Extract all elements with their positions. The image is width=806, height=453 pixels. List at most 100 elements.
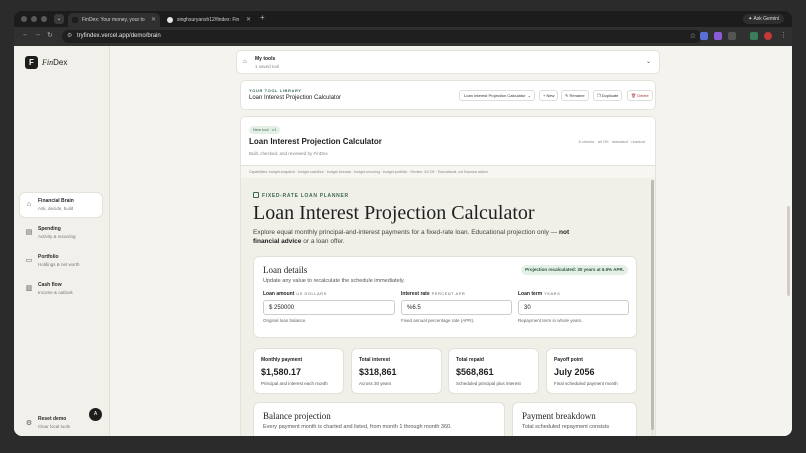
site-info-icon[interactable]: ⚙: [67, 33, 72, 40]
tool-select[interactable]: Loan Interest Projection Calculator ⌄: [459, 90, 535, 101]
loan-term-hint: Repayment term in whole years.: [518, 318, 583, 323]
main-content: ⌂ My tools 1 saved tool ⌄ YOUR TOOL LIBR…: [236, 46, 660, 436]
tool-library-label: YOUR TOOL LIBRARY: [249, 88, 302, 93]
stat-label: Monthly payment: [261, 357, 303, 363]
brand-name: FinDex: [42, 58, 68, 67]
right-gutter: [660, 46, 792, 436]
tool-title: Loan Interest Projection Calculator: [249, 137, 382, 146]
interest-rate-input[interactable]: %6.5: [401, 300, 512, 315]
close-tab-icon[interactable]: ✕: [246, 13, 251, 27]
sidebar-item-sublabel: Ask, decide, build: [38, 206, 74, 211]
close-window-button[interactable]: [21, 16, 27, 22]
browser-toolbar: ← → ↻ ⚙ tryfindex.vercel.app/demo/brain …: [14, 27, 792, 46]
tab-search-icon[interactable]: ⌄: [54, 14, 64, 24]
page-scrollbar-thumb[interactable]: [787, 206, 790, 296]
sidebar-item-portfolio[interactable]: ▭ Portfolio Holdings & net worth: [20, 249, 102, 273]
loan-details-panel: Loan details Update any value to recalcu…: [253, 256, 637, 338]
duplicate-label: Duplicate: [601, 93, 619, 98]
new-tab-button[interactable]: +: [260, 13, 265, 22]
stat-description: Across 30 years: [359, 381, 392, 386]
interest-rate-field: Interest rate PERCENT APR %6.5 Fixed annu…: [401, 291, 512, 323]
new-tool-button[interactable]: + New: [539, 90, 559, 101]
calculator-frame: FIXED-RATE LOAN PLANNER Loan Interest Pr…: [240, 178, 656, 436]
reset-demo-label: Reset demo: [38, 416, 67, 422]
bookmark-star-icon[interactable]: ☆: [690, 30, 696, 43]
extension-icon[interactable]: [714, 32, 722, 40]
chevron-down-icon: ⌄: [527, 93, 531, 98]
payoff-point-card: Payoff point July 2056 Final scheduled p…: [546, 348, 637, 394]
sidebar-item-cash-flow[interactable]: ▥ Cash flow Income & outlook: [20, 277, 102, 301]
findex-app: F FinDex ⌂ Financial Brain Ask, decide, …: [14, 46, 792, 436]
balance-projection-subtitle: Every payment month is charted and liste…: [263, 424, 452, 430]
delete-button[interactable]: 🗑 Delete: [627, 90, 653, 101]
page-description: Explore equal monthly principal-and-inte…: [253, 229, 570, 245]
sidebar-item-sublabel: Income & outlook: [38, 290, 73, 295]
stat-description: Final scheduled payment month: [554, 381, 618, 386]
github-favicon-icon: [167, 17, 173, 23]
extension-icon[interactable]: [700, 32, 708, 40]
maximize-window-button[interactable]: [41, 16, 47, 22]
rename-button[interactable]: ✎ Rename: [561, 90, 589, 101]
sidebar-item-financial-brain[interactable]: ⌂ Financial Brain Ask, decide, build: [20, 193, 102, 217]
extension-icon[interactable]: [750, 32, 758, 40]
tab-github[interactable]: singhsuryansh12/findex: Fin ✕: [163, 13, 255, 27]
loan-term-label: Loan term YEARS: [518, 291, 561, 297]
logo-mark: F: [25, 56, 38, 69]
loan-amount-field: Loan amount US DOLLARS $ 250000 Original …: [263, 291, 395, 323]
payment-breakdown-panel: Payment breakdown Total scheduled repaym…: [512, 402, 637, 436]
tab-findex[interactable]: FinDex: Your money, your to ✕: [68, 13, 160, 27]
interest-rate-hint: Fixed annual percentage rate (APR).: [401, 318, 475, 323]
eyebrow-label: FIXED-RATE LOAN PLANNER: [262, 193, 349, 199]
briefcase-icon: ▭: [25, 257, 33, 264]
sidebar: F FinDex ⌂ Financial Brain Ask, decide, …: [14, 46, 110, 436]
profile-avatar-icon[interactable]: [764, 32, 772, 40]
sidebar-item-sublabel: Activity & recurring: [38, 234, 76, 239]
loan-amount-label: Loan amount US DOLLARS: [263, 291, 327, 297]
sidebar-item-label: Portfolio: [38, 254, 59, 260]
findex-favicon-icon: [72, 17, 78, 23]
tab-strip: ⌄ FinDex: Your money, your to ✕ singhsur…: [14, 11, 792, 27]
minimize-window-button[interactable]: [31, 16, 37, 22]
avatar[interactable]: A: [89, 408, 102, 421]
duplicate-button[interactable]: ❐ Duplicate: [593, 90, 623, 101]
brain-icon: ⌂: [26, 201, 32, 208]
stat-label: Total interest: [359, 357, 391, 363]
scrollbar-thumb[interactable]: [651, 180, 654, 430]
sidebar-item-label: Financial Brain: [38, 198, 74, 204]
loan-amount-hint: Original loan balance.: [263, 318, 307, 323]
loan-term-input[interactable]: 30: [518, 300, 629, 315]
extension-icon[interactable]: [728, 32, 736, 40]
reload-icon[interactable]: ↻: [47, 31, 53, 39]
stat-value: $318,861: [359, 367, 397, 377]
loan-details-subtitle: Update any value to recalculate the sche…: [263, 278, 405, 284]
close-tab-icon[interactable]: ✕: [151, 13, 156, 27]
payment-breakdown-subtitle: Total scheduled repayment consists: [522, 424, 610, 430]
interest-rate-label: Interest rate PERCENT APR: [401, 291, 466, 297]
stat-description: Scheduled principal plus interest: [456, 381, 521, 386]
chevron-down-icon[interactable]: ⌄: [646, 58, 651, 65]
my-tools-title: My tools: [255, 56, 276, 62]
browser-window: ⌄ FinDex: Your money, your to ✕ singhsur…: [14, 11, 792, 436]
address-bar[interactable]: ⚙ tryfindex.vercel.app/demo/brain ☆: [62, 30, 702, 43]
balance-projection-title: Balance projection: [263, 411, 331, 421]
my-tools-panel[interactable]: ⌂ My tools 1 saved tool ⌄: [236, 50, 660, 74]
window-controls: [21, 16, 47, 22]
tool-meta: 8 checks · all OK · standard · readout: [578, 139, 645, 144]
tab-title: singhsuryansh12/findex: Fin: [177, 17, 240, 23]
stat-label: Total repaid: [456, 357, 484, 363]
sidebar-item-spending[interactable]: ▤ Spending Activity & recurring: [20, 221, 102, 245]
brand-logo[interactable]: F FinDex: [25, 56, 67, 69]
toolbox-icon: ⌂: [243, 59, 247, 65]
loan-amount-input[interactable]: $ 250000: [263, 300, 395, 315]
sidebar-item-sublabel: Holdings & net worth: [38, 262, 80, 267]
back-icon[interactable]: ←: [22, 31, 29, 38]
browser-menu-icon[interactable]: ⋮: [780, 31, 787, 39]
sidebar-item-label: Spending: [38, 226, 61, 232]
gear-icon: ⚙: [25, 420, 33, 427]
receipt-icon: ▤: [25, 229, 33, 236]
tool-header-card: New tool · v1 Loan Interest Projection C…: [240, 116, 656, 166]
ask-gemini-button[interactable]: ✦ Ask Gemini: [743, 14, 784, 24]
url-text: tryfindex.vercel.app/demo/brain: [77, 33, 161, 39]
tool-select-value: Loan Interest Projection Calculator: [464, 93, 526, 98]
forward-icon[interactable]: →: [34, 31, 41, 38]
